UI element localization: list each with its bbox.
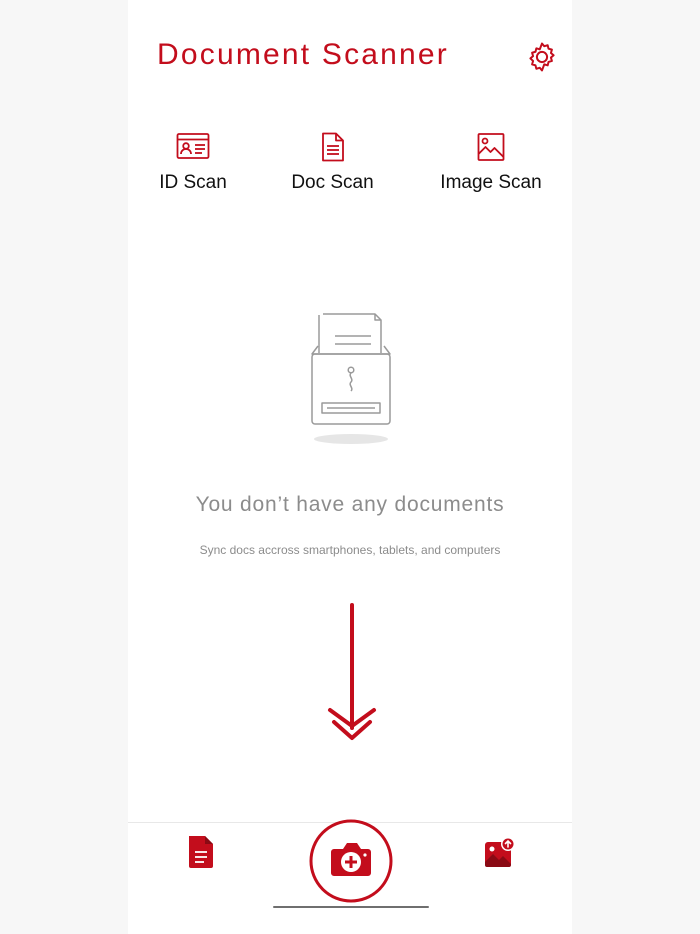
image-scan-label: Image Scan xyxy=(440,172,542,193)
tab-documents[interactable] xyxy=(186,834,220,874)
document-icon xyxy=(189,836,213,868)
page-title: Document Scanner xyxy=(157,38,450,71)
image-icon xyxy=(477,133,505,161)
empty-state-subtitle: Sync docs accross smartphones, tablets, … xyxy=(199,543,501,557)
image-upload-icon xyxy=(485,837,515,867)
arrow-down-icon xyxy=(328,603,376,740)
doc-scan-button[interactable]: Doc Scan xyxy=(290,132,375,194)
doc-scan-label: Doc Scan xyxy=(291,172,374,193)
settings-button[interactable] xyxy=(525,40,559,74)
home-indicator xyxy=(273,906,429,908)
id-scan-button[interactable]: ID Scan xyxy=(158,132,228,194)
tab-camera-add[interactable] xyxy=(308,818,394,904)
gear-icon xyxy=(529,42,555,72)
image-scan-button[interactable]: Image Scan xyxy=(437,132,545,194)
camera-add-icon xyxy=(309,819,393,903)
app-screen: Document Scanner ID Scan Doc Scan Image … xyxy=(128,0,572,934)
document-icon xyxy=(321,132,344,162)
id-card-icon xyxy=(176,133,210,159)
id-scan-label: ID Scan xyxy=(159,172,227,193)
tab-gallery[interactable] xyxy=(483,836,519,872)
scanner-illustration xyxy=(311,313,391,444)
empty-state-title: You don’t have any documents xyxy=(195,493,505,516)
